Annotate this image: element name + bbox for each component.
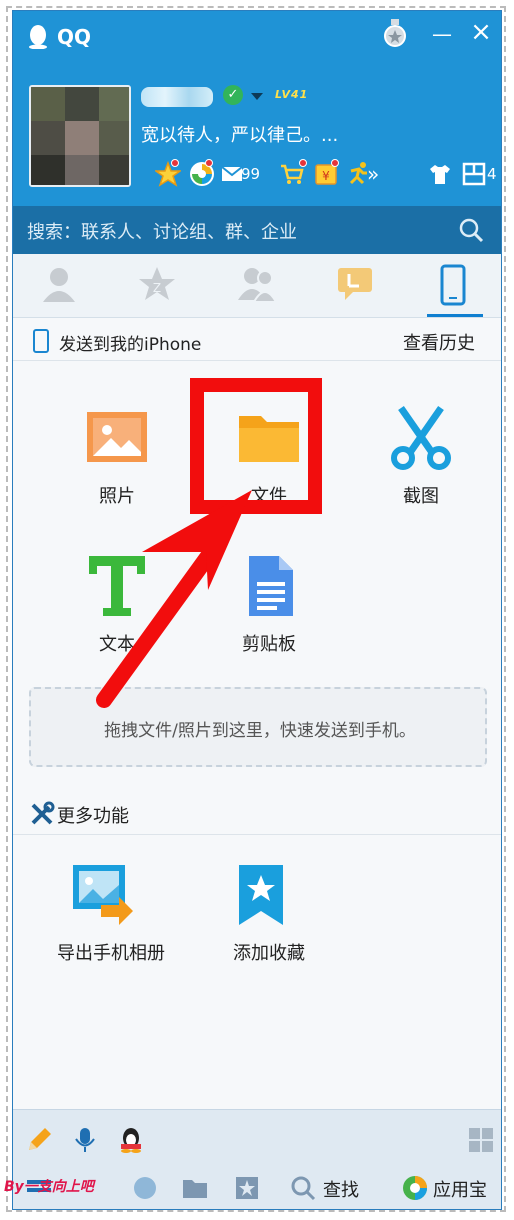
medal-icon[interactable]: [383, 19, 407, 49]
section-title: 更多功能: [57, 806, 129, 827]
send-to-iphone-header: 发送到我的iPhone 查看历史: [13, 321, 501, 361]
tool-label: 截图: [403, 486, 439, 507]
mail-count: 99: [241, 165, 261, 183]
notification-dot: [331, 159, 339, 167]
add-bookmark-button[interactable]: 添加收藏: [201, 863, 337, 983]
view-history-link[interactable]: 查看历史: [403, 329, 475, 355]
app-count: 4: [487, 165, 497, 183]
tab-messages-icon[interactable]: [335, 264, 375, 306]
section-title: 发送到我的iPhone: [59, 335, 202, 355]
main-tabs: Z: [13, 254, 501, 318]
online-status-icon[interactable]: ✓: [223, 85, 243, 105]
close-button[interactable]: ×: [469, 19, 493, 45]
favorites-icon[interactable]: [233, 1174, 261, 1202]
svg-text:Z: Z: [153, 281, 161, 295]
app-store-button[interactable]: 应用宝: [433, 1176, 487, 1202]
search-bar[interactable]: 搜索：联系人、讨论组、群、企业: [13, 206, 501, 254]
notification-dot: [205, 159, 213, 167]
microphone-icon[interactable]: [71, 1126, 99, 1154]
search-icon[interactable]: [457, 216, 485, 244]
folder-icon[interactable]: [181, 1174, 209, 1202]
active-tab-indicator: [427, 314, 483, 317]
clipboard-icon: [249, 556, 293, 616]
tool-label: 文本: [99, 634, 135, 655]
export-album-button[interactable]: 导出手机相册: [43, 863, 179, 983]
tool-label: 照片: [99, 486, 135, 507]
level-badge[interactable]: LV41: [275, 88, 308, 101]
header: QQ — × ✓ LV41 宽以待人，严以律己。... 99 ¥ » 4: [13, 11, 501, 206]
signature[interactable]: 宽以待人，严以律己。...: [141, 121, 338, 147]
tool-label: 导出手机相册: [57, 943, 165, 964]
tab-phone-icon[interactable]: [433, 264, 473, 306]
app-manager-icon[interactable]: [461, 161, 487, 187]
iphone-icon: [33, 329, 49, 353]
drop-zone-hint: 拖拽文件/照片到这里，快速发送到手机。: [104, 721, 416, 741]
notification-dot: [299, 159, 307, 167]
more-apps-icon[interactable]: »: [367, 161, 379, 187]
drop-zone[interactable]: 拖拽文件/照片到这里，快速发送到手机。: [29, 687, 487, 767]
qq-show-icon[interactable]: [117, 1126, 145, 1154]
clipboard-button[interactable]: 剪贴板: [211, 554, 321, 674]
skin-shirt-icon[interactable]: [427, 161, 453, 187]
title-bar: QQ — ×: [13, 11, 501, 57]
app-title: QQ: [57, 25, 92, 49]
minimize-button[interactable]: —: [431, 24, 453, 45]
find-icon[interactable]: [289, 1174, 317, 1202]
text-icon: [89, 556, 145, 616]
screenshot-button[interactable]: 截图: [363, 406, 473, 526]
export-album-icon: [73, 865, 133, 925]
app-icon-row: 99 ¥ » 4: [137, 159, 497, 191]
photo-icon: [87, 412, 147, 462]
qq-penguin-icon: [29, 25, 47, 49]
tool-label: 添加收藏: [233, 943, 305, 964]
status-dropdown-icon[interactable]: [251, 93, 263, 100]
app-store-icon[interactable]: [401, 1174, 429, 1202]
find-button[interactable]: 查找: [323, 1176, 359, 1202]
avatar-image: [31, 87, 129, 185]
bookmark-icon: [239, 865, 283, 925]
mail-icon[interactable]: [221, 161, 243, 187]
messenger-icon[interactable]: [131, 1174, 159, 1202]
tab-favorites-icon[interactable]: Z: [137, 264, 177, 306]
qq-window: QQ — × ✓ LV41 宽以待人，严以律己。... 99 ¥ » 4 搜索：…: [12, 10, 502, 1210]
tools-icon: [31, 801, 55, 825]
tab-contacts-icon[interactable]: [39, 264, 79, 306]
tool-label: 剪贴板: [242, 634, 296, 655]
nickname-blurred: [141, 87, 213, 107]
pencil-icon[interactable]: [25, 1126, 53, 1154]
svg-text:¥: ¥: [322, 169, 330, 183]
more-features-header: 更多功能: [13, 795, 501, 835]
avatar[interactable]: [29, 85, 131, 187]
search-input[interactable]: 搜索：联系人、讨论组、群、企业: [27, 218, 297, 244]
photo-button[interactable]: 照片: [59, 406, 169, 526]
text-button[interactable]: 文本: [59, 554, 169, 674]
highlight-box: [190, 378, 322, 514]
scissors-icon: [391, 406, 451, 470]
tab-groups-icon[interactable]: [237, 264, 277, 306]
app-grid-icon[interactable]: [467, 1126, 495, 1154]
watermark: By一支向上吧: [4, 1179, 94, 1195]
notification-dot: [171, 159, 179, 167]
